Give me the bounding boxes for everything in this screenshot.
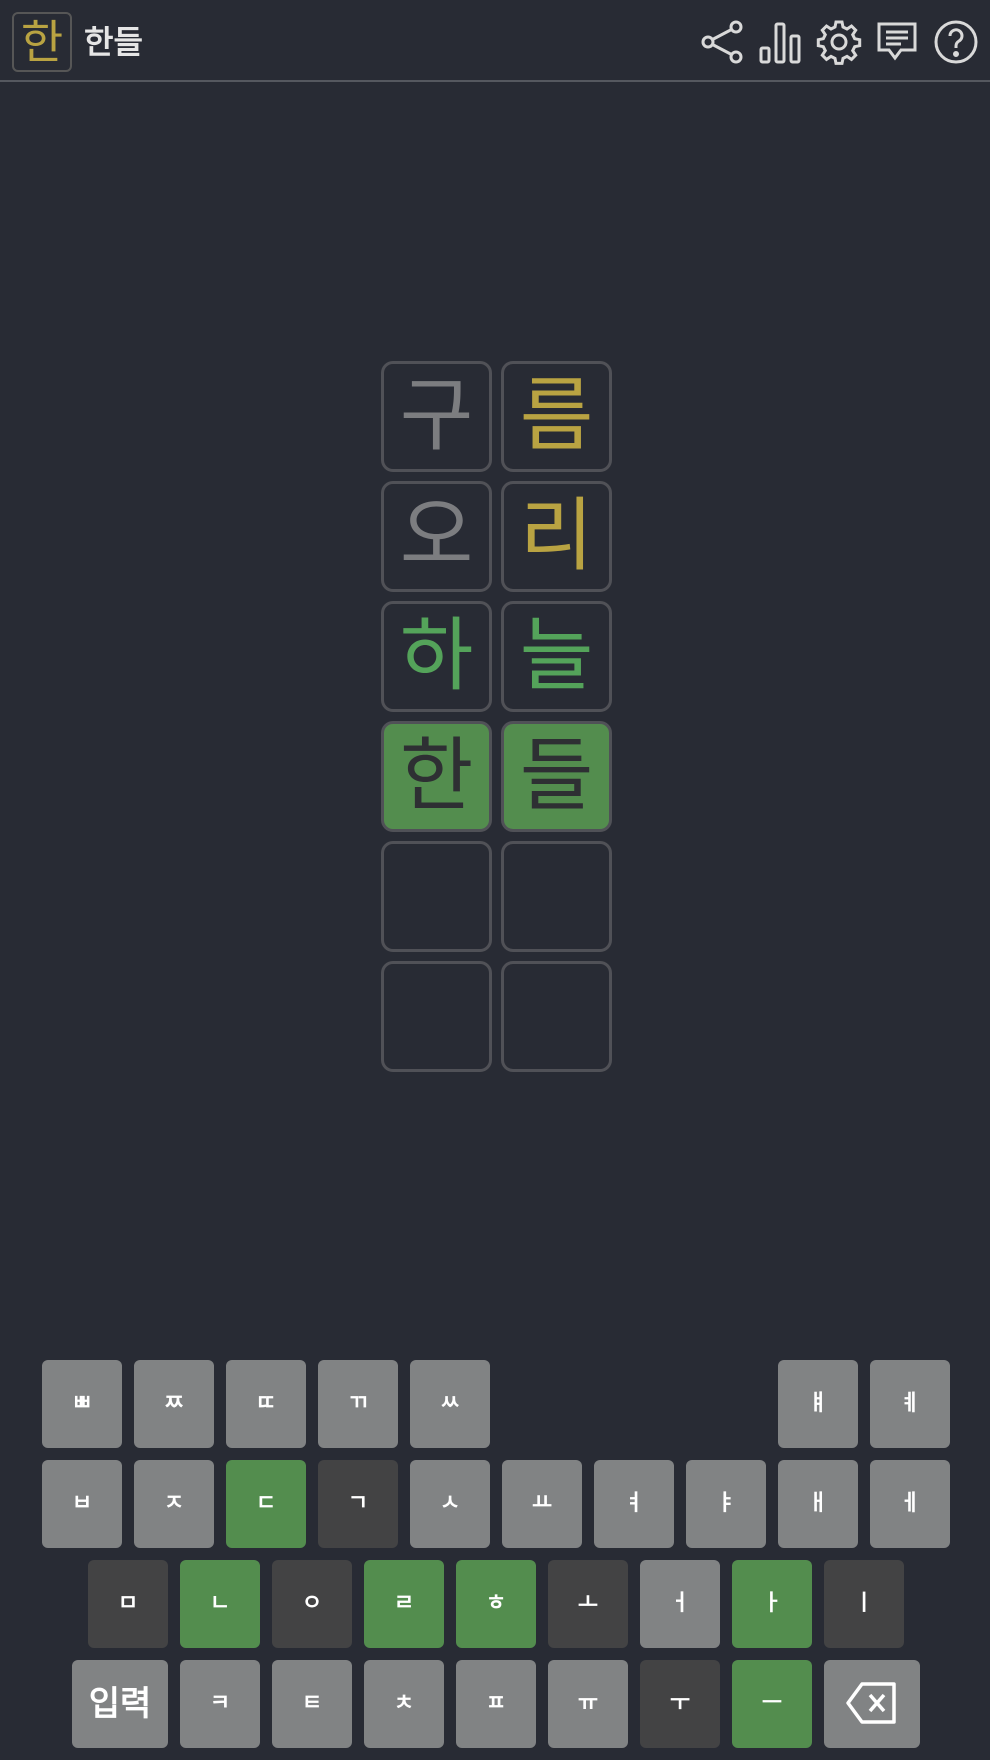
tile-char: 오 [399, 489, 474, 582]
stats-button[interactable] [756, 18, 804, 66]
enter-button[interactable]: 입력 [72, 1660, 168, 1748]
key[interactable]: ㅌ [272, 1660, 352, 1748]
key[interactable]: ㄷ [226, 1460, 306, 1548]
tile-char: 늘 [519, 609, 594, 702]
tile-char: 름 [519, 369, 594, 462]
key[interactable]: ㅉ [134, 1360, 214, 1448]
key[interactable]: ㅔ [870, 1460, 950, 1548]
key[interactable]: ㅜ [640, 1660, 720, 1748]
header: 한 한들 [0, 0, 990, 82]
key[interactable]: ㅁ [88, 1560, 168, 1648]
board-tile: 늘 [501, 601, 612, 712]
share-icon [701, 20, 743, 64]
feedback-button[interactable] [873, 18, 921, 66]
backspace-button[interactable] [824, 1660, 920, 1748]
tile-char: 한 [399, 729, 474, 822]
key[interactable]: ㄲ [318, 1360, 398, 1448]
key[interactable]: ㅗ [548, 1560, 628, 1648]
key[interactable]: ㅡ [732, 1660, 812, 1748]
backspace-icon [846, 1682, 896, 1724]
board-tile: 하 [381, 601, 492, 712]
key[interactable]: ㄹ [364, 1560, 444, 1648]
board-tile-solved: 한 [381, 721, 492, 832]
key[interactable]: ㅛ [502, 1460, 582, 1548]
settings-button[interactable] [815, 18, 863, 66]
key[interactable]: ㅂ [42, 1460, 122, 1548]
help-button[interactable] [932, 18, 980, 66]
key[interactable]: ㅈ [134, 1460, 214, 1548]
tile-char: 하 [399, 609, 474, 702]
board-tile: 리 [501, 481, 612, 592]
key[interactable]: ㅎ [456, 1560, 536, 1648]
key[interactable]: ㅇ [272, 1560, 352, 1648]
board-tile-empty [501, 841, 612, 952]
tile-char: 들 [519, 729, 594, 822]
key[interactable]: ㅓ [640, 1560, 720, 1648]
board-tile-solved: 들 [501, 721, 612, 832]
key[interactable]: ㅃ [42, 1360, 122, 1448]
board-tile: 오 [381, 481, 492, 592]
key[interactable]: ㄱ [318, 1460, 398, 1548]
key[interactable]: ㅐ [778, 1460, 858, 1548]
key[interactable]: ㄸ [226, 1360, 306, 1448]
key[interactable]: ㅑ [686, 1460, 766, 1548]
key[interactable]: ㅏ [732, 1560, 812, 1648]
key[interactable]: ㅣ [824, 1560, 904, 1648]
tile-char: 구 [399, 369, 474, 462]
board-tile-empty [381, 961, 492, 1072]
feedback-icon [877, 22, 917, 61]
board-tile-empty [381, 841, 492, 952]
help-icon [934, 20, 978, 64]
key[interactable]: ㅅ [410, 1460, 490, 1548]
board-tile: 름 [501, 361, 612, 472]
key[interactable]: ㅋ [180, 1660, 260, 1748]
board-tile-empty [501, 961, 612, 1072]
key[interactable]: ㅊ [364, 1660, 444, 1748]
tile-char: 리 [519, 489, 594, 582]
settings-icon [816, 20, 862, 65]
key[interactable]: ㅖ [870, 1360, 950, 1448]
logo-text: 한 [20, 15, 64, 69]
board-tile: 구 [381, 361, 492, 472]
key[interactable]: ㅠ [548, 1660, 628, 1748]
share-button[interactable] [698, 18, 746, 66]
stats-icon [759, 22, 801, 64]
logo: 한 [12, 12, 72, 72]
key[interactable]: ㅆ [410, 1360, 490, 1448]
key[interactable]: ㅍ [456, 1660, 536, 1748]
app-title: 한들 [84, 23, 143, 61]
key[interactable]: ㅒ [778, 1360, 858, 1448]
key[interactable]: ㅕ [594, 1460, 674, 1548]
key[interactable]: ㄴ [180, 1560, 260, 1648]
